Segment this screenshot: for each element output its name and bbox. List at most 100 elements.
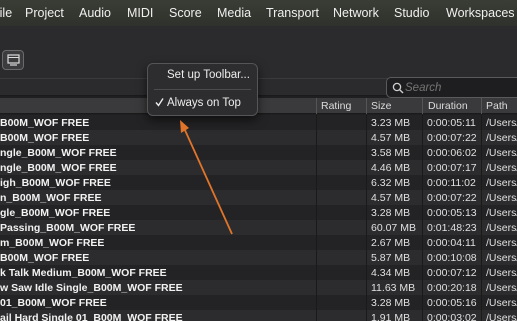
search-input[interactable]: [405, 80, 515, 96]
cell-size: 4.34 MB: [371, 267, 411, 279]
table-row[interactable]: B00M_WOF FREE 5.87 MB 0:00:10:08 /Users/…: [0, 250, 517, 265]
column-header-size[interactable]: Size: [371, 100, 391, 112]
column-gridline: [316, 115, 317, 321]
cell-duration: 0:00:20:18: [427, 282, 477, 294]
menu-separator: [154, 89, 251, 90]
cell-name: n_B00M_WOF FREE: [0, 192, 102, 204]
cell-path: /Users/m: [486, 237, 517, 249]
cell-size: 4.57 MB: [371, 132, 411, 144]
cell-path: /Users/m: [486, 222, 517, 234]
cell-size: 3.23 MB: [371, 117, 411, 129]
cell-name: ngle_B00M_WOF FREE: [0, 162, 117, 174]
menu-transport[interactable]: Transport: [266, 6, 319, 20]
cell-size: 6.32 MB: [371, 177, 411, 189]
cell-duration: 0:00:05:11: [427, 117, 476, 129]
column-gridline: [481, 115, 482, 321]
magnifier-icon: [392, 82, 404, 94]
menu-score[interactable]: Score: [169, 6, 202, 20]
cell-path: /Users/m: [486, 117, 517, 129]
cell-path: /Users/m: [486, 162, 517, 174]
window-options-button[interactable]: [2, 50, 24, 70]
cell-path: /Users/m: [486, 252, 517, 264]
table-row[interactable]: 01_B00M_WOF FREE 3.28 MB 0:00:05:16 /Use…: [0, 295, 517, 310]
cell-name: igh_B00M_WOF FREE: [0, 177, 111, 189]
cell-path: /Users/m: [486, 312, 517, 321]
column-divider: [481, 98, 482, 114]
table-row[interactable]: igh_B00M_WOF FREE 6.32 MB 0:00:11:02 /Us…: [0, 175, 517, 190]
cell-path: /Users/m: [486, 147, 517, 159]
column-header-path[interactable]: Path: [486, 100, 508, 112]
column-divider: [366, 98, 367, 114]
menu-audio[interactable]: Audio: [79, 6, 111, 20]
cell-name: w Saw Idle Single_B00M_WOF FREE: [0, 282, 183, 294]
table-row[interactable]: k Talk Medium_B00M_WOF FREE 4.34 MB 0:00…: [0, 265, 517, 280]
menu-item-label: Always on Top: [167, 97, 241, 109]
cell-path: /Users/m: [486, 207, 517, 219]
cell-name: B00M_WOF FREE: [0, 252, 90, 264]
table-row[interactable]: ngle_B00M_WOF FREE 4.46 MB 0:00:07:17 /U…: [0, 160, 517, 175]
cell-name: gle_B00M_WOF FREE: [0, 207, 111, 219]
table-row[interactable]: n_B00M_WOF FREE 4.57 MB 0:00:07:22 /User…: [0, 190, 517, 205]
window-icon: [7, 54, 20, 66]
menu-media[interactable]: Media: [217, 6, 251, 20]
cell-path: /Users/m: [486, 177, 517, 189]
cell-path: /Users/m: [486, 282, 517, 294]
cell-name: B00M_WOF FREE: [0, 132, 90, 144]
cell-name: B00M_WOF FREE: [0, 117, 90, 129]
cell-duration: 0:01:48:23: [427, 222, 477, 234]
cell-name: k Talk Medium_B00M_WOF FREE: [0, 267, 167, 279]
column-header-duration[interactable]: Duration: [428, 100, 468, 112]
table-row[interactable]: ail Hard Single 01_B00M_WOF FREE 1.91 MB…: [0, 310, 517, 321]
menu-project[interactable]: Project: [25, 6, 64, 20]
table-row[interactable]: B00M_WOF FREE 3.23 MB 0:00:05:11 /Users/…: [0, 115, 517, 130]
cell-path: /Users/m: [486, 192, 517, 204]
table-row[interactable]: gle_B00M_WOF FREE 3.28 MB 0:00:05:13 /Us…: [0, 205, 517, 220]
cell-size: 5.87 MB: [371, 252, 411, 264]
cell-duration: 0:00:07:22: [427, 132, 477, 144]
column-header-rating[interactable]: Rating: [321, 100, 351, 112]
menu-item-setup-toolbar[interactable]: Set up Toolbar...: [148, 66, 257, 84]
menu-item-always-on-top[interactable]: Always on Top: [148, 94, 257, 112]
cell-duration: 0:00:07:17: [427, 162, 477, 174]
table-row[interactable]: w Saw Idle Single_B00M_WOF FREE 11.63 MB…: [0, 280, 517, 295]
cell-size: 3.28 MB: [371, 297, 411, 309]
cell-duration: 0:00:05:13: [427, 207, 477, 219]
cell-duration: 0:00:05:16: [427, 297, 477, 309]
menu-bar: File Project Audio MIDI Score Media Tran…: [0, 0, 517, 26]
menu-file[interactable]: File: [0, 6, 12, 20]
cell-size: 3.58 MB: [371, 147, 411, 159]
cell-duration: 0:00:04:11: [427, 237, 476, 249]
cell-size: 11.63 MB: [371, 282, 416, 294]
cell-duration: 0:00:06:02: [427, 147, 477, 159]
search-field[interactable]: [386, 77, 517, 98]
menu-network[interactable]: Network: [333, 6, 379, 20]
cell-duration: 0:00:10:08: [427, 252, 477, 264]
menu-workspaces[interactable]: Workspaces: [446, 6, 515, 20]
menu-item-label: Set up Toolbar...: [167, 69, 250, 81]
cell-name: Passing_B00M_WOF FREE: [0, 222, 136, 234]
cell-duration: 0:00:03:02: [427, 312, 477, 321]
table-row[interactable]: B00M_WOF FREE 4.57 MB 0:00:07:22 /Users/…: [0, 130, 517, 145]
table-row[interactable]: ngle_B00M_WOF FREE 3.58 MB 0:00:06:02 /U…: [0, 145, 517, 160]
cell-duration: 0:00:11:02: [427, 177, 476, 189]
cell-path: /Users/m: [486, 267, 517, 279]
cell-size: 1.91 MB: [371, 312, 411, 321]
cell-size: 4.46 MB: [371, 162, 411, 174]
cell-name: m_B00M_WOF FREE: [0, 237, 105, 249]
column-divider: [316, 98, 317, 114]
cell-size: 3.28 MB: [371, 207, 411, 219]
cell-name: ngle_B00M_WOF FREE: [0, 147, 117, 159]
column-gridline: [366, 115, 367, 321]
cell-path: /Users/m: [486, 297, 517, 309]
table-header: Rating Size Duration Path: [0, 98, 517, 114]
menu-midi[interactable]: MIDI: [127, 6, 153, 20]
cell-size: 2.67 MB: [371, 237, 411, 249]
table-row[interactable]: m_B00M_WOF FREE 2.67 MB 0:00:04:11 /User…: [0, 235, 517, 250]
checkmark-icon: [155, 98, 164, 107]
toolbar-context-menu: Set up Toolbar... Always on Top: [147, 63, 258, 116]
menu-studio[interactable]: Studio: [394, 6, 429, 20]
table-row[interactable]: Passing_B00M_WOF FREE 60.07 MB 0:01:48:2…: [0, 220, 517, 235]
column-divider: [422, 98, 423, 114]
cell-size: 60.07 MB: [371, 222, 416, 234]
cell-path: /Users/m: [486, 132, 517, 144]
